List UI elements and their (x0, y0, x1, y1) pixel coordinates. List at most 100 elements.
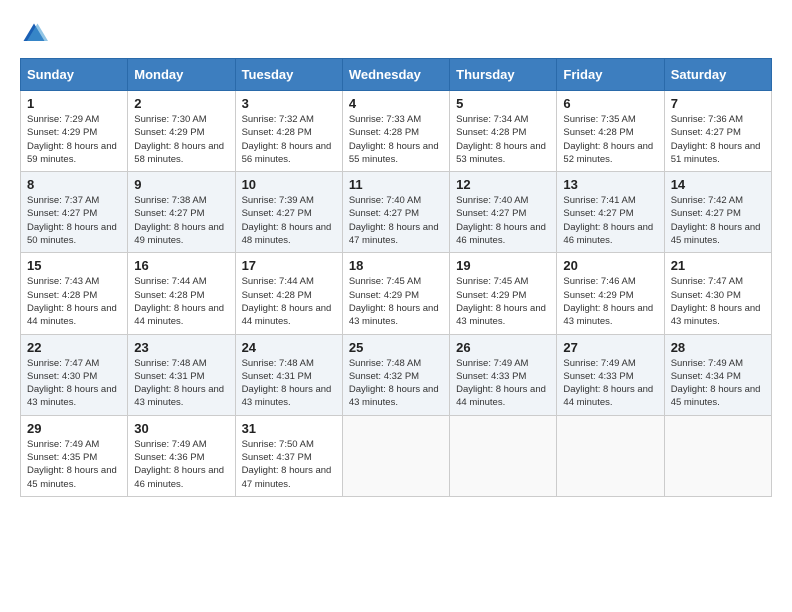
header-day-tuesday: Tuesday (235, 59, 342, 91)
day-info: Sunrise: 7:49 AM Sunset: 4:36 PM Dayligh… (134, 438, 228, 491)
day-number: 8 (27, 177, 121, 192)
day-info: Sunrise: 7:40 AM Sunset: 4:27 PM Dayligh… (349, 194, 443, 247)
day-number: 14 (671, 177, 765, 192)
header-day-sunday: Sunday (21, 59, 128, 91)
calendar-cell: 20 Sunrise: 7:46 AM Sunset: 4:29 PM Dayl… (557, 253, 664, 334)
calendar-week-4: 22 Sunrise: 7:47 AM Sunset: 4:30 PM Dayl… (21, 334, 772, 415)
header-day-friday: Friday (557, 59, 664, 91)
calendar-cell: 8 Sunrise: 7:37 AM Sunset: 4:27 PM Dayli… (21, 172, 128, 253)
calendar-cell: 21 Sunrise: 7:47 AM Sunset: 4:30 PM Dayl… (664, 253, 771, 334)
day-info: Sunrise: 7:36 AM Sunset: 4:27 PM Dayligh… (671, 113, 765, 166)
calendar-cell: 11 Sunrise: 7:40 AM Sunset: 4:27 PM Dayl… (342, 172, 449, 253)
day-number: 26 (456, 340, 550, 355)
calendar-cell: 5 Sunrise: 7:34 AM Sunset: 4:28 PM Dayli… (450, 91, 557, 172)
calendar-cell: 1 Sunrise: 7:29 AM Sunset: 4:29 PM Dayli… (21, 91, 128, 172)
day-number: 16 (134, 258, 228, 273)
day-info: Sunrise: 7:37 AM Sunset: 4:27 PM Dayligh… (27, 194, 121, 247)
calendar-cell: 7 Sunrise: 7:36 AM Sunset: 4:27 PM Dayli… (664, 91, 771, 172)
calendar-cell: 9 Sunrise: 7:38 AM Sunset: 4:27 PM Dayli… (128, 172, 235, 253)
calendar-cell: 17 Sunrise: 7:44 AM Sunset: 4:28 PM Dayl… (235, 253, 342, 334)
day-info: Sunrise: 7:44 AM Sunset: 4:28 PM Dayligh… (242, 275, 336, 328)
day-info: Sunrise: 7:49 AM Sunset: 4:34 PM Dayligh… (671, 357, 765, 410)
day-number: 30 (134, 421, 228, 436)
day-info: Sunrise: 7:35 AM Sunset: 4:28 PM Dayligh… (563, 113, 657, 166)
day-info: Sunrise: 7:46 AM Sunset: 4:29 PM Dayligh… (563, 275, 657, 328)
calendar-cell (557, 415, 664, 496)
day-number: 27 (563, 340, 657, 355)
calendar-week-3: 15 Sunrise: 7:43 AM Sunset: 4:28 PM Dayl… (21, 253, 772, 334)
day-number: 18 (349, 258, 443, 273)
calendar-cell: 29 Sunrise: 7:49 AM Sunset: 4:35 PM Dayl… (21, 415, 128, 496)
day-number: 6 (563, 96, 657, 111)
day-number: 20 (563, 258, 657, 273)
calendar-table: SundayMondayTuesdayWednesdayThursdayFrid… (20, 58, 772, 497)
day-number: 13 (563, 177, 657, 192)
day-number: 19 (456, 258, 550, 273)
day-number: 24 (242, 340, 336, 355)
day-info: Sunrise: 7:49 AM Sunset: 4:33 PM Dayligh… (456, 357, 550, 410)
day-number: 10 (242, 177, 336, 192)
header-day-saturday: Saturday (664, 59, 771, 91)
calendar-cell: 4 Sunrise: 7:33 AM Sunset: 4:28 PM Dayli… (342, 91, 449, 172)
logo-icon (20, 20, 48, 48)
day-info: Sunrise: 7:47 AM Sunset: 4:30 PM Dayligh… (671, 275, 765, 328)
calendar-cell (664, 415, 771, 496)
calendar-cell: 10 Sunrise: 7:39 AM Sunset: 4:27 PM Dayl… (235, 172, 342, 253)
calendar-body: 1 Sunrise: 7:29 AM Sunset: 4:29 PM Dayli… (21, 91, 772, 497)
calendar-cell: 24 Sunrise: 7:48 AM Sunset: 4:31 PM Dayl… (235, 334, 342, 415)
day-number: 29 (27, 421, 121, 436)
calendar-cell (342, 415, 449, 496)
day-info: Sunrise: 7:33 AM Sunset: 4:28 PM Dayligh… (349, 113, 443, 166)
day-info: Sunrise: 7:42 AM Sunset: 4:27 PM Dayligh… (671, 194, 765, 247)
day-info: Sunrise: 7:49 AM Sunset: 4:35 PM Dayligh… (27, 438, 121, 491)
day-number: 15 (27, 258, 121, 273)
day-info: Sunrise: 7:44 AM Sunset: 4:28 PM Dayligh… (134, 275, 228, 328)
calendar-header: SundayMondayTuesdayWednesdayThursdayFrid… (21, 59, 772, 91)
calendar-cell: 30 Sunrise: 7:49 AM Sunset: 4:36 PM Dayl… (128, 415, 235, 496)
day-number: 22 (27, 340, 121, 355)
calendar-cell: 31 Sunrise: 7:50 AM Sunset: 4:37 PM Dayl… (235, 415, 342, 496)
day-info: Sunrise: 7:48 AM Sunset: 4:32 PM Dayligh… (349, 357, 443, 410)
day-number: 1 (27, 96, 121, 111)
day-info: Sunrise: 7:48 AM Sunset: 4:31 PM Dayligh… (242, 357, 336, 410)
day-number: 21 (671, 258, 765, 273)
calendar-week-1: 1 Sunrise: 7:29 AM Sunset: 4:29 PM Dayli… (21, 91, 772, 172)
day-info: Sunrise: 7:41 AM Sunset: 4:27 PM Dayligh… (563, 194, 657, 247)
day-number: 2 (134, 96, 228, 111)
logo (20, 20, 52, 48)
calendar-cell: 19 Sunrise: 7:45 AM Sunset: 4:29 PM Dayl… (450, 253, 557, 334)
day-number: 3 (242, 96, 336, 111)
calendar-cell: 28 Sunrise: 7:49 AM Sunset: 4:34 PM Dayl… (664, 334, 771, 415)
calendar-cell: 18 Sunrise: 7:45 AM Sunset: 4:29 PM Dayl… (342, 253, 449, 334)
day-info: Sunrise: 7:49 AM Sunset: 4:33 PM Dayligh… (563, 357, 657, 410)
day-info: Sunrise: 7:34 AM Sunset: 4:28 PM Dayligh… (456, 113, 550, 166)
day-number: 7 (671, 96, 765, 111)
day-number: 23 (134, 340, 228, 355)
calendar-cell: 3 Sunrise: 7:32 AM Sunset: 4:28 PM Dayli… (235, 91, 342, 172)
day-info: Sunrise: 7:50 AM Sunset: 4:37 PM Dayligh… (242, 438, 336, 491)
calendar-cell: 2 Sunrise: 7:30 AM Sunset: 4:29 PM Dayli… (128, 91, 235, 172)
day-number: 25 (349, 340, 443, 355)
day-info: Sunrise: 7:40 AM Sunset: 4:27 PM Dayligh… (456, 194, 550, 247)
calendar-cell: 13 Sunrise: 7:41 AM Sunset: 4:27 PM Dayl… (557, 172, 664, 253)
header-row: SundayMondayTuesdayWednesdayThursdayFrid… (21, 59, 772, 91)
day-info: Sunrise: 7:45 AM Sunset: 4:29 PM Dayligh… (456, 275, 550, 328)
day-number: 17 (242, 258, 336, 273)
day-info: Sunrise: 7:39 AM Sunset: 4:27 PM Dayligh… (242, 194, 336, 247)
calendar-cell (450, 415, 557, 496)
calendar-cell: 14 Sunrise: 7:42 AM Sunset: 4:27 PM Dayl… (664, 172, 771, 253)
calendar-cell: 16 Sunrise: 7:44 AM Sunset: 4:28 PM Dayl… (128, 253, 235, 334)
day-info: Sunrise: 7:29 AM Sunset: 4:29 PM Dayligh… (27, 113, 121, 166)
calendar-week-5: 29 Sunrise: 7:49 AM Sunset: 4:35 PM Dayl… (21, 415, 772, 496)
day-number: 31 (242, 421, 336, 436)
page-header (20, 20, 772, 48)
calendar-cell: 23 Sunrise: 7:48 AM Sunset: 4:31 PM Dayl… (128, 334, 235, 415)
day-info: Sunrise: 7:32 AM Sunset: 4:28 PM Dayligh… (242, 113, 336, 166)
day-info: Sunrise: 7:45 AM Sunset: 4:29 PM Dayligh… (349, 275, 443, 328)
calendar-cell: 15 Sunrise: 7:43 AM Sunset: 4:28 PM Dayl… (21, 253, 128, 334)
calendar-cell: 22 Sunrise: 7:47 AM Sunset: 4:30 PM Dayl… (21, 334, 128, 415)
day-info: Sunrise: 7:48 AM Sunset: 4:31 PM Dayligh… (134, 357, 228, 410)
header-day-thursday: Thursday (450, 59, 557, 91)
calendar-week-2: 8 Sunrise: 7:37 AM Sunset: 4:27 PM Dayli… (21, 172, 772, 253)
day-number: 28 (671, 340, 765, 355)
